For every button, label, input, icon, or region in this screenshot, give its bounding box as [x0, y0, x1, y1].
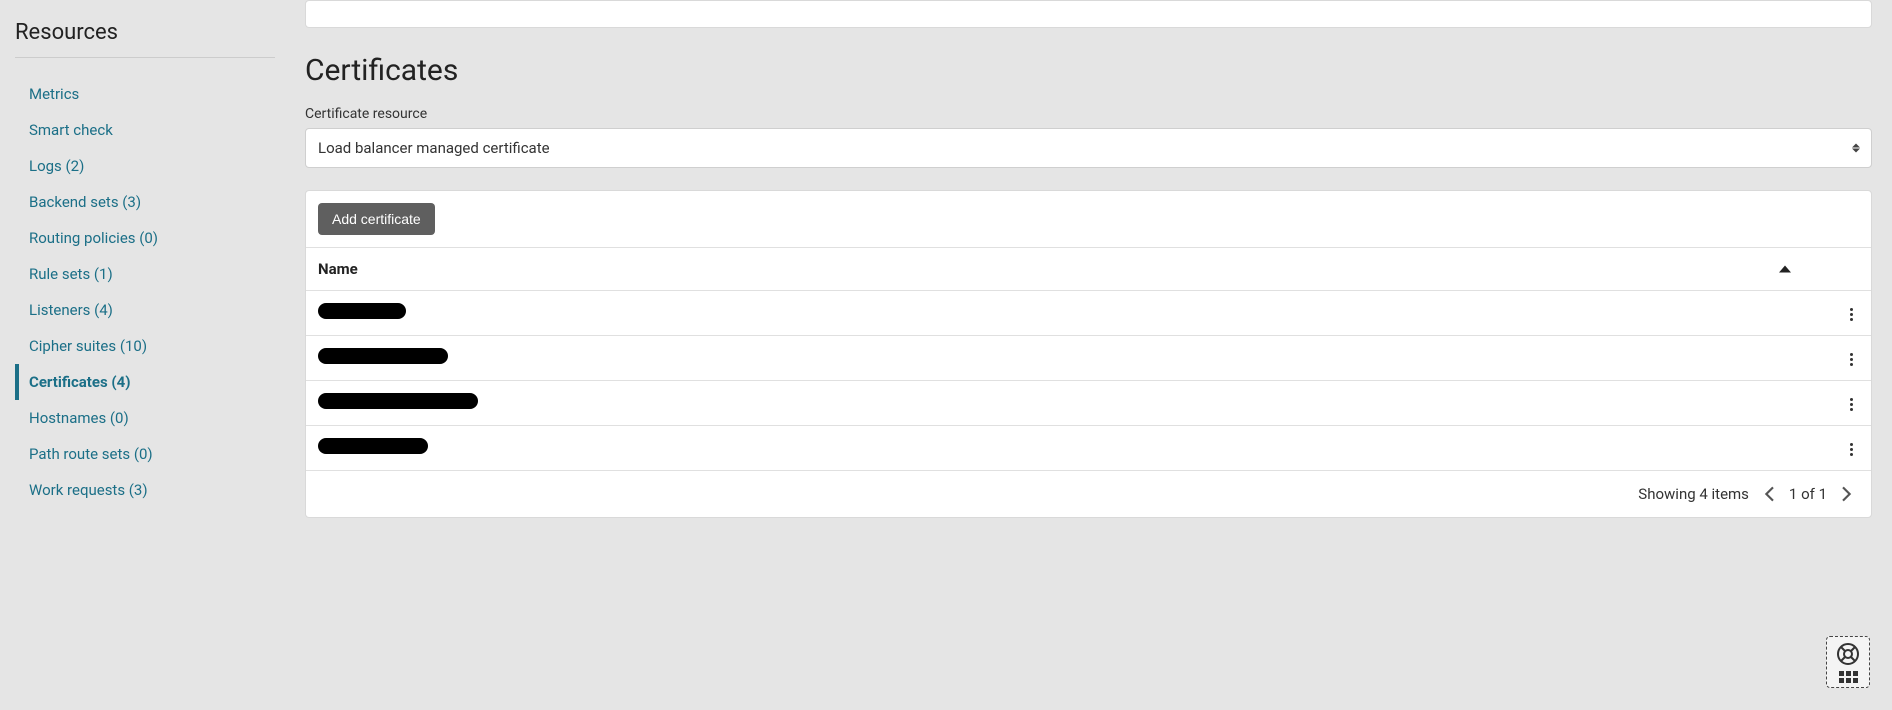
row-actions-menu-icon[interactable]: [1844, 392, 1859, 417]
pagination-next-icon[interactable]: [1841, 486, 1853, 502]
sidebar-title: Resources: [15, 20, 275, 57]
sidebar-item-cipher-suites[interactable]: Cipher suites (10): [15, 328, 275, 364]
column-header-name-label: Name: [318, 260, 358, 278]
sidebar-item-logs[interactable]: Logs (2): [15, 148, 275, 184]
pagination-showing: Showing 4 items: [1638, 485, 1749, 503]
certificate-resource-select[interactable]: Load balancer managed certificate: [305, 128, 1872, 168]
sidebar-item-work-requests[interactable]: Work requests (3): [15, 472, 275, 508]
pagination: Showing 4 items 1 of 1: [306, 471, 1871, 517]
certificate-name-cell[interactable]: [306, 426, 1831, 471]
page-title: Certificates: [305, 53, 1872, 88]
certificates-table: Name: [306, 248, 1871, 471]
certificate-resource-label: Certificate resource: [305, 106, 1872, 122]
redacted-name: [318, 393, 478, 409]
sidebar-item-rule-sets[interactable]: Rule sets (1): [15, 256, 275, 292]
row-actions-menu-icon[interactable]: [1844, 302, 1859, 327]
help-icon[interactable]: [1835, 641, 1861, 667]
certificate-resource-select-value: Load balancer managed certificate: [305, 128, 1872, 168]
sidebar-item-backend-sets[interactable]: Backend sets (3): [15, 184, 275, 220]
sidebar-item-path-route-sets[interactable]: Path route sets (0): [15, 436, 275, 472]
sort-asc-icon: [1779, 266, 1791, 273]
certificate-name-cell[interactable]: [306, 381, 1831, 426]
main-content: Certificates Certificate resource Load b…: [290, 0, 1892, 558]
row-actions-menu-icon[interactable]: [1844, 437, 1859, 462]
column-header-name[interactable]: Name: [306, 248, 1831, 291]
pagination-position: 1 of 1: [1789, 485, 1827, 503]
apps-grid-icon[interactable]: [1839, 671, 1858, 683]
certificate-name-cell[interactable]: [306, 336, 1831, 381]
sidebar-item-metrics[interactable]: Metrics: [15, 76, 275, 112]
sidebar-item-certificates[interactable]: Certificates (4): [15, 364, 275, 400]
sidebar-item-hostnames[interactable]: Hostnames (0): [15, 400, 275, 436]
redacted-name: [318, 348, 448, 364]
sidebar-list: Metrics Smart check Logs (2) Backend set…: [15, 76, 275, 508]
table-row: [306, 426, 1871, 471]
detail-card-placeholder: [305, 0, 1872, 28]
row-actions-menu-icon[interactable]: [1844, 347, 1859, 372]
sidebar-item-smart-check[interactable]: Smart check: [15, 112, 275, 148]
sidebar-divider: [15, 57, 275, 58]
floating-toolbar: [1826, 636, 1870, 688]
certificates-panel: Add certificate Name: [305, 190, 1872, 518]
add-certificate-button[interactable]: Add certificate: [318, 203, 435, 235]
table-row: [306, 291, 1871, 336]
sidebar-item-routing-policies[interactable]: Routing policies (0): [15, 220, 275, 256]
column-header-actions: [1831, 248, 1871, 291]
certificate-name-cell[interactable]: [306, 291, 1831, 336]
resources-sidebar: Resources Metrics Smart check Logs (2) B…: [0, 0, 290, 558]
panel-toolbar: Add certificate: [306, 191, 1871, 248]
redacted-name: [318, 303, 406, 319]
table-row: [306, 336, 1871, 381]
table-row: [306, 381, 1871, 426]
redacted-name: [318, 438, 428, 454]
pagination-prev-icon[interactable]: [1763, 486, 1775, 502]
sidebar-item-listeners[interactable]: Listeners (4): [15, 292, 275, 328]
